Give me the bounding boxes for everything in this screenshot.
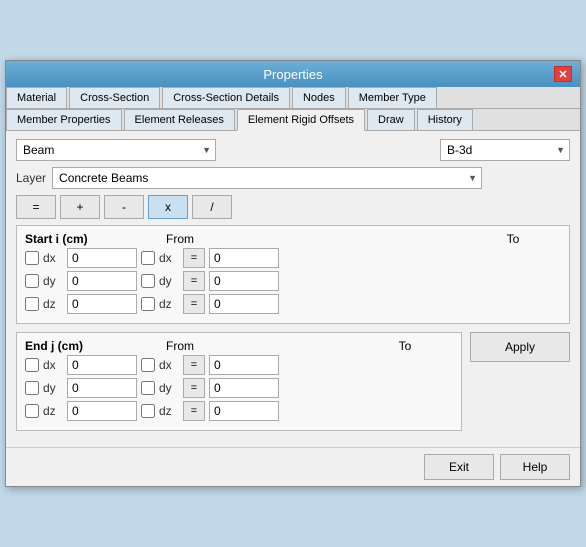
op-equals-btn[interactable]: =: [16, 195, 56, 219]
start-i-to-label: To: [473, 232, 553, 246]
layer-select[interactable]: Concrete Beams Steel Beams Columns: [52, 167, 482, 189]
start-i-dz-to-input[interactable]: [209, 294, 279, 314]
start-i-header: Start i (cm) From To: [25, 232, 561, 246]
end-j-dx-to-input[interactable]: [209, 355, 279, 375]
end-j-dy-from-input[interactable]: [67, 378, 137, 398]
start-i-dx-to-input[interactable]: [209, 248, 279, 268]
end-j-header: End j (cm) From To: [25, 339, 453, 353]
start-i-dz-from-input[interactable]: [67, 294, 137, 314]
apply-area: Apply: [470, 332, 570, 372]
start-i-dx-label: dx: [43, 251, 63, 265]
end-j-dx-eq-btn[interactable]: =: [183, 355, 205, 375]
beam-b3d-row: Beam Column Brace B-3d B-2d: [16, 139, 570, 161]
end-j-dx-label: dx: [43, 358, 63, 372]
properties-window: Properties ✕ Material Cross-Section Cros…: [5, 60, 581, 487]
start-i-section: Start i (cm) From To dx dx = dy: [16, 225, 570, 324]
exit-button[interactable]: Exit: [424, 454, 494, 480]
window-title: Properties: [32, 67, 554, 82]
tab-cross-section-details[interactable]: Cross-Section Details: [162, 87, 290, 108]
end-j-dy-checkbox[interactable]: [25, 381, 39, 395]
start-i-dy-checkbox[interactable]: [25, 274, 39, 288]
end-j-dy-to-input[interactable]: [209, 378, 279, 398]
start-i-dy-row: dy dy =: [25, 271, 561, 291]
end-j-title: End j (cm): [25, 339, 125, 353]
tabs-row2: Member Properties Element Releases Eleme…: [6, 109, 580, 131]
end-j-dy-eq-btn[interactable]: =: [183, 378, 205, 398]
start-i-dz-from-axis: dz: [159, 297, 179, 311]
close-button[interactable]: ✕: [554, 66, 572, 82]
op-divide-btn[interactable]: /: [192, 195, 232, 219]
end-j-dx-checkbox[interactable]: [25, 358, 39, 372]
beam-select[interactable]: Beam Column Brace: [16, 139, 216, 161]
end-j-to-label: To: [365, 339, 445, 353]
end-j-dy-row: dy dy =: [25, 378, 453, 398]
end-j-dz-to-input[interactable]: [209, 401, 279, 421]
end-j-dx-from-axis: dx: [159, 358, 179, 372]
end-j-dz-label: dz: [43, 404, 63, 418]
beam-dropdown-wrap: Beam Column Brace: [16, 139, 216, 161]
content-area: Beam Column Brace B-3d B-2d Layer Concre…: [6, 131, 580, 447]
help-button[interactable]: Help: [500, 454, 570, 480]
op-plus-btn[interactable]: +: [60, 195, 100, 219]
end-j-dy-from-axis: dy: [159, 381, 179, 395]
start-i-dy-to-input[interactable]: [209, 271, 279, 291]
b3d-dropdown-wrap: B-3d B-2d: [440, 139, 570, 161]
layer-row: Layer Concrete Beams Steel Beams Columns: [16, 167, 570, 189]
start-i-dy-from-axis: dy: [159, 274, 179, 288]
start-i-dx-from-input[interactable]: [67, 248, 137, 268]
start-i-dz-from-checkbox[interactable]: [141, 297, 155, 311]
end-j-dz-row: dz dz =: [25, 401, 453, 421]
ops-row: = + - x /: [16, 195, 570, 219]
tab-member-properties[interactable]: Member Properties: [6, 109, 122, 130]
tab-history[interactable]: History: [417, 109, 473, 130]
end-j-section: End j (cm) From To dx dx =: [16, 332, 462, 431]
end-j-dy-label: dy: [43, 381, 63, 395]
start-i-dz-checkbox[interactable]: [25, 297, 39, 311]
start-i-dx-from-checkbox[interactable]: [141, 251, 155, 265]
op-multiply-btn[interactable]: x: [148, 195, 188, 219]
start-i-dz-eq-btn[interactable]: =: [183, 294, 205, 314]
end-j-dz-from-axis: dz: [159, 404, 179, 418]
end-j-dx-from-checkbox[interactable]: [141, 358, 155, 372]
end-j-from-label: From: [125, 339, 235, 353]
op-minus-btn[interactable]: -: [104, 195, 144, 219]
tab-member-type[interactable]: Member Type: [348, 87, 437, 108]
start-i-dx-checkbox[interactable]: [25, 251, 39, 265]
start-i-from-label: From: [125, 232, 235, 246]
layer-label: Layer: [16, 171, 46, 185]
start-i-title: Start i (cm): [25, 232, 125, 246]
end-j-dx-from-input[interactable]: [67, 355, 137, 375]
end-j-dx-row: dx dx =: [25, 355, 453, 375]
start-i-dy-eq-btn[interactable]: =: [183, 271, 205, 291]
start-i-dz-label: dz: [43, 297, 63, 311]
end-j-dz-from-input[interactable]: [67, 401, 137, 421]
end-j-dz-eq-btn[interactable]: =: [183, 401, 205, 421]
tab-cross-section[interactable]: Cross-Section: [69, 87, 160, 108]
apply-button[interactable]: Apply: [470, 332, 570, 362]
start-i-dx-row: dx dx =: [25, 248, 561, 268]
tab-element-rigid-offsets[interactable]: Element Rigid Offsets: [237, 109, 365, 131]
tab-element-releases[interactable]: Element Releases: [124, 109, 235, 130]
start-i-dy-label: dy: [43, 274, 63, 288]
tabs-row1: Material Cross-Section Cross-Section Det…: [6, 87, 580, 109]
start-i-dy-from-checkbox[interactable]: [141, 274, 155, 288]
tab-draw[interactable]: Draw: [367, 109, 415, 130]
end-j-dz-from-checkbox[interactable]: [141, 404, 155, 418]
start-i-dz-row: dz dz =: [25, 294, 561, 314]
b3d-select[interactable]: B-3d B-2d: [440, 139, 570, 161]
end-j-dy-from-checkbox[interactable]: [141, 381, 155, 395]
layer-dropdown-wrap: Concrete Beams Steel Beams Columns: [52, 167, 482, 189]
title-bar: Properties ✕: [6, 61, 580, 87]
start-i-dx-from-axis: dx: [159, 251, 179, 265]
tab-material[interactable]: Material: [6, 87, 67, 108]
end-j-dz-checkbox[interactable]: [25, 404, 39, 418]
start-i-dy-from-input[interactable]: [67, 271, 137, 291]
tab-nodes[interactable]: Nodes: [292, 87, 346, 108]
start-i-dx-eq-btn[interactable]: =: [183, 248, 205, 268]
bottom-bar: Exit Help: [6, 447, 580, 486]
